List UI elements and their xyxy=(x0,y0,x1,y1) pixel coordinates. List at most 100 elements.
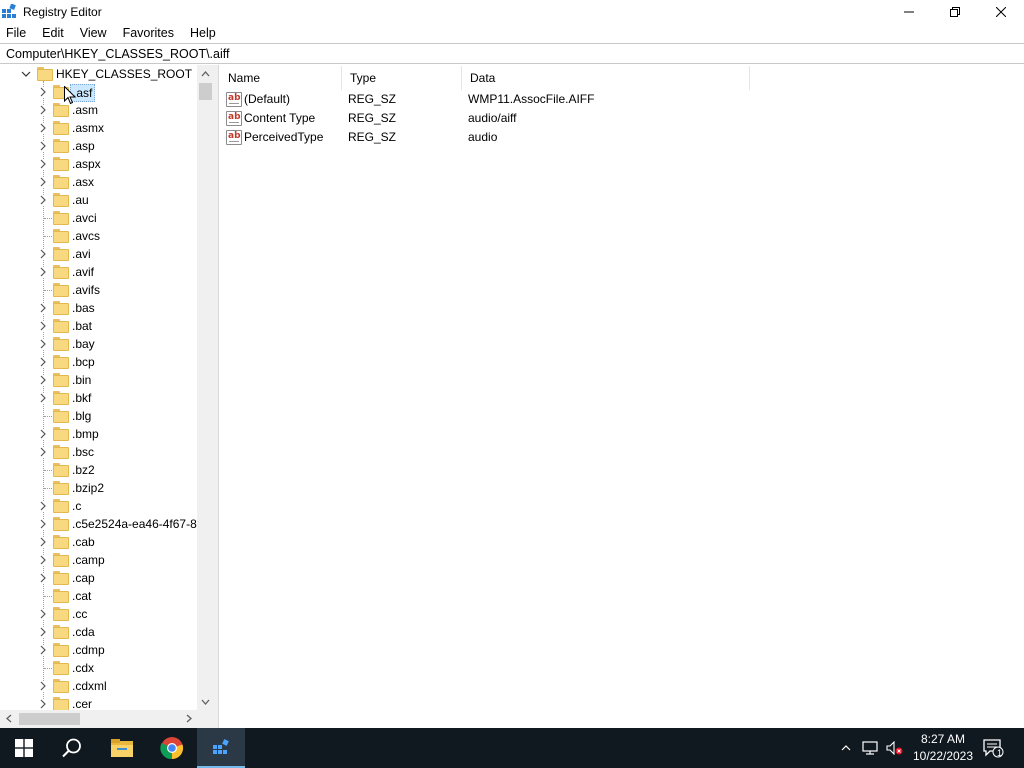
tree-item[interactable]: .bat xyxy=(0,317,197,335)
expand-chevron-icon[interactable] xyxy=(38,519,48,529)
tree-item[interactable]: .cdmp xyxy=(0,641,197,659)
expand-chevron-icon[interactable] xyxy=(38,501,48,511)
expand-chevron-icon[interactable] xyxy=(38,609,48,619)
registry-editor-taskbar-button[interactable] xyxy=(197,728,245,768)
menu-view[interactable]: View xyxy=(72,23,115,43)
expand-chevron-icon[interactable] xyxy=(38,573,48,583)
expand-chevron-icon[interactable] xyxy=(38,375,48,385)
tree-item[interactable]: .avif xyxy=(0,263,197,281)
network-tray-button[interactable] xyxy=(860,728,882,768)
expand-chevron-icon[interactable] xyxy=(38,681,48,691)
tree-item[interactable]: .avcs xyxy=(0,227,197,245)
action-center-button[interactable]: 1 xyxy=(978,728,1008,768)
expand-chevron-icon[interactable] xyxy=(38,627,48,637)
tree-item[interactable]: .c xyxy=(0,497,197,515)
expand-chevron-icon[interactable] xyxy=(38,87,48,97)
close-button[interactable] xyxy=(978,0,1024,23)
tree-item[interactable]: .cdx xyxy=(0,659,197,677)
tree-item[interactable]: .asp xyxy=(0,137,197,155)
tree-item[interactable]: .blg xyxy=(0,407,197,425)
tree-item[interactable]: .bas xyxy=(0,299,197,317)
show-hidden-icons-button[interactable] xyxy=(836,728,856,768)
tree-item[interactable]: .cap xyxy=(0,569,197,587)
tree-item[interactable]: .asx xyxy=(0,173,197,191)
tree-vertical-scrollbar[interactable] xyxy=(197,65,214,710)
expand-chevron-icon[interactable] xyxy=(38,267,48,277)
tree-horizontal-scroll-thumb[interactable] xyxy=(19,713,80,725)
tree-item[interactable]: .bz2 xyxy=(0,461,197,479)
tree-item[interactable]: .cer xyxy=(0,695,197,710)
tree-item[interactable]: .bkf xyxy=(0,389,197,407)
tree-root-row[interactable]: HKEY_CLASSES_ROOT xyxy=(0,65,197,83)
menu-help[interactable]: Help xyxy=(182,23,224,43)
address-bar[interactable]: Computer\HKEY_CLASSES_ROOT\.aiff xyxy=(0,43,1024,64)
expand-chevron-icon[interactable] xyxy=(38,249,48,259)
menu-edit[interactable]: Edit xyxy=(34,23,72,43)
tree-item[interactable]: .cc xyxy=(0,605,197,623)
column-header-data[interactable]: Data xyxy=(462,66,750,90)
expand-chevron-icon[interactable] xyxy=(38,195,48,205)
expand-chevron-icon[interactable] xyxy=(38,537,48,547)
tree-item[interactable]: .bsc xyxy=(0,443,197,461)
scroll-down-arrow-icon[interactable] xyxy=(197,693,214,710)
expand-chevron-icon[interactable] xyxy=(38,447,48,457)
tree-vertical-scroll-thumb[interactable] xyxy=(199,83,212,100)
tree-item-label: .asp xyxy=(72,139,95,153)
tree-item[interactable]: .cab xyxy=(0,533,197,551)
tree-horizontal-scrollbar[interactable] xyxy=(0,710,197,728)
search-button[interactable] xyxy=(48,728,96,768)
menu-favorites[interactable]: Favorites xyxy=(115,23,182,43)
tree-item[interactable]: .avifs xyxy=(0,281,197,299)
tree-item[interactable]: .bin xyxy=(0,371,197,389)
tree-item[interactable]: .bmp xyxy=(0,425,197,443)
expand-chevron-icon[interactable] xyxy=(38,339,48,349)
value-row[interactable]: ab Content Type REG_SZ audio/aiff xyxy=(220,109,1024,128)
expand-chevron-icon[interactable] xyxy=(38,555,48,565)
expand-chevron-icon[interactable] xyxy=(38,699,48,709)
expand-chevron-icon[interactable] xyxy=(38,303,48,313)
expand-chevron-icon[interactable] xyxy=(38,393,48,403)
menu-file[interactable]: File xyxy=(0,23,34,43)
collapse-chevron-icon[interactable] xyxy=(21,69,31,79)
expand-chevron-icon[interactable] xyxy=(38,159,48,169)
expand-chevron-icon[interactable] xyxy=(38,357,48,367)
expand-chevron-icon[interactable] xyxy=(38,429,48,439)
tree-item[interactable]: .asmx xyxy=(0,119,197,137)
tree-item[interactable]: .camp xyxy=(0,551,197,569)
column-header-type[interactable]: Type xyxy=(342,66,462,90)
scroll-right-arrow-icon[interactable] xyxy=(180,710,197,727)
tree-item[interactable]: .cda xyxy=(0,623,197,641)
value-row[interactable]: ab (Default) REG_SZ WMP11.AssocFile.AIFF xyxy=(220,90,1024,109)
expand-chevron-icon[interactable] xyxy=(38,123,48,133)
expand-chevron-icon[interactable] xyxy=(38,645,48,655)
pane-splitter[interactable] xyxy=(214,65,219,728)
tree-item[interactable]: .asm xyxy=(0,101,197,119)
scroll-up-arrow-icon[interactable] xyxy=(197,65,214,82)
network-icon xyxy=(862,741,878,755)
tree-item[interactable]: .bcp xyxy=(0,353,197,371)
tree-item[interactable]: .avi xyxy=(0,245,197,263)
tree-item[interactable]: .au xyxy=(0,191,197,209)
column-header-name[interactable]: Name xyxy=(220,66,342,90)
minimize-button[interactable] xyxy=(886,0,932,23)
tree-item[interactable]: .aspx xyxy=(0,155,197,173)
start-button[interactable] xyxy=(0,728,48,768)
volume-tray-button[interactable] xyxy=(884,728,906,768)
tree-item[interactable]: .c5e2524a-ea46-4f67-84 xyxy=(0,515,197,533)
file-explorer-button[interactable] xyxy=(98,728,146,768)
scroll-left-arrow-icon[interactable] xyxy=(0,710,17,727)
tree-item[interactable]: .cat xyxy=(0,587,197,605)
restore-button[interactable] xyxy=(932,0,978,23)
tree-item[interactable]: .asf xyxy=(0,83,197,102)
value-row[interactable]: ab PerceivedType REG_SZ audio xyxy=(220,128,1024,147)
chrome-button[interactable] xyxy=(148,728,196,768)
tree-item[interactable]: .bzip2 xyxy=(0,479,197,497)
expand-chevron-icon[interactable] xyxy=(38,141,48,151)
expand-chevron-icon[interactable] xyxy=(38,177,48,187)
expand-chevron-icon[interactable] xyxy=(38,321,48,331)
taskbar-clock[interactable]: 8:27 AM 10/22/2023 xyxy=(908,731,978,765)
tree-item[interactable]: .bay xyxy=(0,335,197,353)
tree-item[interactable]: .avci xyxy=(0,209,197,227)
expand-chevron-icon[interactable] xyxy=(38,105,48,115)
tree-item[interactable]: .cdxml xyxy=(0,677,197,695)
